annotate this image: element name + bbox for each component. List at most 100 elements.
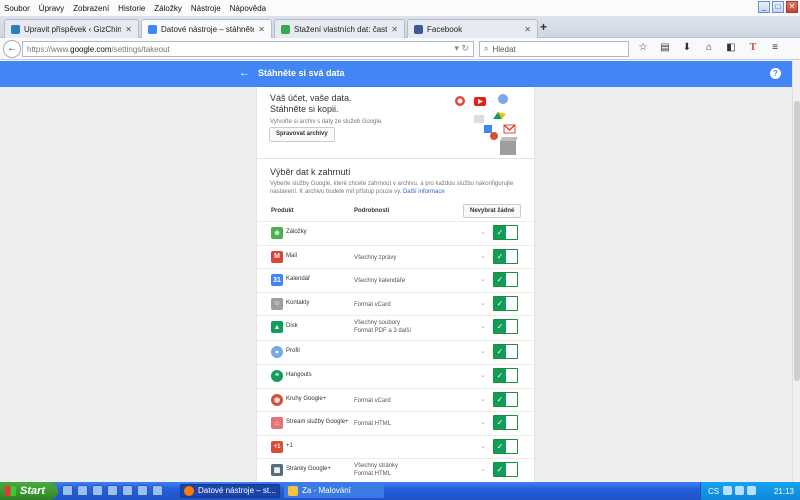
learn-more-link[interactable]: Další informace — [403, 189, 445, 195]
menu-soubor[interactable]: Soubor — [4, 4, 30, 13]
start-button[interactable]: Start — [0, 482, 58, 500]
chevron-down-icon[interactable]: ⌄ — [480, 418, 486, 426]
star-icon[interactable]: ☆ — [636, 42, 650, 53]
product-row-disk[interactable]: ▲ Disk Všechny soubory Formát PDF a 3 da… — [257, 315, 534, 340]
product-details-line-1: Všechny soubory — [354, 320, 401, 327]
product-row-plusone[interactable]: +1 +1 ⌄ ✓ — [257, 434, 534, 459]
product-name: Disk — [286, 323, 298, 330]
chevron-down-icon[interactable]: ⌄ — [480, 299, 486, 307]
chat-icon[interactable]: ◧ — [724, 42, 738, 53]
download-icon[interactable]: ⬇ — [680, 42, 694, 53]
include-toggle[interactable]: ✓ — [493, 462, 518, 478]
product-details: Všechny kalendáře — [354, 278, 406, 285]
include-toggle[interactable]: ✓ — [493, 319, 518, 335]
tab-bar: Upravit příspěvek ‹ GizChina.cz – ... ✕ … — [0, 16, 800, 39]
tab-close-icon[interactable]: ✕ — [524, 25, 531, 34]
chevron-down-icon[interactable]: ⌄ — [480, 442, 486, 450]
language-indicator[interactable]: CS — [708, 487, 719, 496]
back-button[interactable]: ← — [3, 40, 21, 58]
check-icon: ✓ — [494, 463, 506, 477]
google-favicon-icon — [148, 25, 157, 34]
quicklaunch-icon[interactable] — [107, 485, 118, 496]
chevron-down-icon[interactable]: ⌄ — [480, 275, 486, 283]
quicklaunch-icon[interactable] — [92, 485, 103, 496]
home-icon[interactable]: ⌂ — [702, 42, 716, 53]
product-row-stranky[interactable]: ▦ Stránky Google+ Všechny stránky Formát… — [257, 458, 534, 482]
tab-close-icon[interactable]: ✕ — [391, 25, 398, 34]
menu-historie[interactable]: Historie — [118, 4, 145, 13]
new-tab-button[interactable]: + — [540, 20, 547, 34]
tab-close-icon[interactable]: ✕ — [125, 25, 132, 34]
taskbar-item-paint[interactable]: Za - Malování — [284, 484, 384, 498]
tab-takeout[interactable]: Datové nástroje – stáhněte si... ✕ — [141, 19, 272, 39]
menu-icon[interactable]: ≡ — [768, 42, 782, 53]
tab-close-icon[interactable]: ✕ — [258, 25, 265, 34]
tab-facebook[interactable]: Facebook ✕ — [407, 19, 538, 38]
quicklaunch-icon[interactable] — [77, 485, 88, 496]
clock: 21:13 — [773, 487, 794, 496]
product-row-kalendar[interactable]: 31 Kalendář Všechny kalendáře ⌄ ✓ — [257, 268, 534, 292]
product-row-hangouts[interactable]: ❝ Hangouts ⌄ ✓ — [257, 363, 534, 388]
chevron-down-icon[interactable]: ⌄ — [480, 395, 486, 403]
chevron-down-icon[interactable]: ⌄ — [480, 252, 486, 260]
include-toggle[interactable]: ✓ — [493, 248, 518, 264]
clipboard-icon[interactable]: ▤ — [658, 42, 672, 53]
quicklaunch-icon[interactable] — [122, 485, 133, 496]
address-bar[interactable]: https://www. google.com/settings/takeout … — [22, 41, 474, 57]
chevron-down-icon[interactable]: ⌄ — [480, 347, 486, 355]
hero-line-1: Váš účet, vaše data. — [270, 93, 352, 103]
include-toggle[interactable]: ✓ — [493, 272, 518, 288]
menu-upravy[interactable]: Úpravy — [39, 4, 64, 13]
tray-icon[interactable] — [735, 486, 744, 495]
quicklaunch-icon[interactable] — [137, 485, 148, 496]
include-toggle[interactable]: ✓ — [493, 225, 518, 240]
product-row-stream[interactable]: ⌂ Stream služby Google+ Formát HTML ⌄ ✓ — [257, 411, 534, 435]
check-icon: ✓ — [494, 416, 506, 430]
close-button[interactable]: ✕ — [786, 1, 798, 13]
tray-icon[interactable] — [747, 486, 756, 495]
product-row-kruhy[interactable]: ◉ Kruhy Google+ Formát vCard ⌄ ✓ — [257, 387, 534, 412]
include-toggle[interactable]: ✓ — [493, 344, 518, 360]
minimize-button[interactable]: _ — [758, 1, 770, 13]
product-name: Stream služby Google+ — [286, 419, 349, 426]
help-icon[interactable]: ? — [770, 68, 781, 79]
chevron-down-icon[interactable]: ⌄ — [480, 228, 486, 236]
menu-nastroje[interactable]: Nástroje — [191, 4, 221, 13]
chevron-down-icon[interactable]: ⌄ — [480, 322, 486, 330]
translate-icon[interactable]: T — [746, 42, 760, 53]
chevron-down-icon[interactable]: ⌄ — [480, 371, 486, 379]
tab-faq[interactable]: Stažení vlastních dat: časté d... ✕ — [274, 19, 405, 38]
scrollbar-thumb[interactable] — [794, 101, 800, 381]
section-desc-text: Vyberte služby Google, které chcete zahr… — [270, 181, 514, 195]
product-row-profil[interactable]: ● Profil ⌄ ✓ — [257, 340, 534, 364]
quicklaunch-icon[interactable] — [152, 485, 163, 496]
menu-zalozky[interactable]: Záložky — [154, 4, 182, 13]
include-toggle[interactable]: ✓ — [493, 391, 518, 407]
search-box[interactable]: ⌕ Hledat — [479, 41, 629, 57]
taskbar: Start Datové nástroje – st... Za - Malov… — [0, 482, 800, 500]
tab-gizchina[interactable]: Upravit příspěvek ‹ GizChina.cz – ... ✕ — [4, 19, 139, 38]
page-content: ← Stáhněte si svá data ? Váš účet, vaše … — [0, 61, 800, 482]
manage-archives-button[interactable]: Spravovat archivy — [269, 127, 335, 142]
menu-zobrazeni[interactable]: Zobrazení — [73, 4, 109, 13]
taskbar-item-firefox[interactable]: Datové nástroje – st... — [180, 484, 280, 498]
tray-icon[interactable] — [723, 486, 732, 495]
deselect-all-button[interactable]: Nevybrat žádné — [463, 204, 522, 218]
product-row-kontakty[interactable]: ☺ Kontakty Formát vCard ⌄ ✓ — [257, 291, 534, 316]
firefox-icon — [184, 486, 194, 496]
menu-napoveda[interactable]: Nápověda — [230, 4, 266, 13]
include-toggle[interactable]: ✓ — [493, 295, 518, 311]
vertical-scrollbar[interactable] — [792, 61, 800, 482]
chevron-down-icon[interactable]: ⌄ — [480, 465, 486, 473]
product-name: Mail — [286, 252, 298, 259]
back-arrow-icon[interactable]: ← — [239, 67, 250, 79]
product-row-zalozky[interactable]: ★ Záložky ⌄ ✓ — [257, 221, 534, 245]
maximize-button[interactable]: □ — [772, 1, 784, 13]
quicklaunch-icon[interactable] — [62, 485, 73, 496]
product-row-mail[interactable]: M Mail Všechny zprávy ⌄ ✓ — [257, 244, 534, 269]
include-toggle[interactable]: ✓ — [493, 438, 518, 454]
include-toggle[interactable]: ✓ — [493, 367, 518, 383]
include-toggle[interactable]: ✓ — [493, 415, 518, 431]
url-dropdown-reload-icons[interactable]: ▾ ↻ — [454, 43, 469, 54]
hangouts-icon: ❝ — [271, 369, 283, 382]
